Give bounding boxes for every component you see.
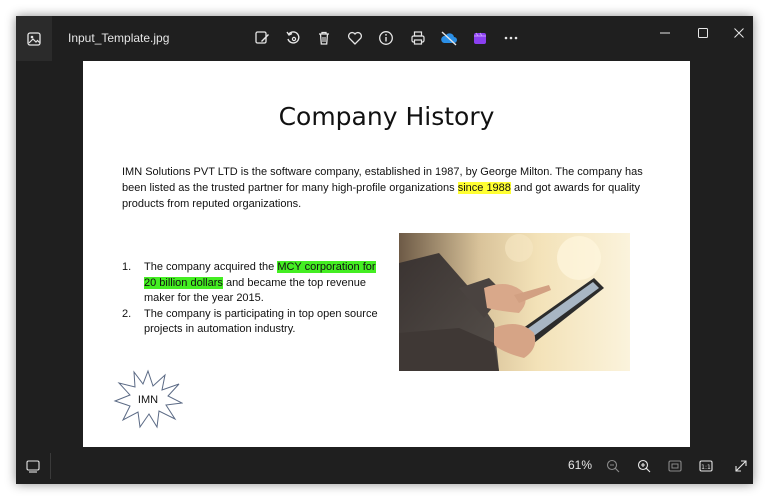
- list-item: 1. The company acquired the MCY corporat…: [122, 260, 387, 307]
- fit-to-window-icon: [668, 460, 682, 472]
- tablet-photo: [399, 233, 630, 371]
- actual-size-button[interactable]: 1:1: [694, 454, 718, 478]
- filmstrip-icon: [26, 460, 40, 473]
- intro-paragraph: IMN Solutions PVT LTD is the software co…: [122, 165, 667, 212]
- tablet-hands-image: [399, 233, 630, 371]
- maximize-button[interactable]: [688, 22, 718, 44]
- zoom-out-icon: [606, 459, 620, 473]
- maximize-icon: [698, 28, 708, 38]
- close-button[interactable]: [724, 22, 753, 44]
- onedrive-button[interactable]: [437, 26, 461, 50]
- fullscreen-button[interactable]: [729, 454, 753, 478]
- zoom-in-icon: [637, 459, 651, 473]
- edit-image-button[interactable]: [250, 26, 274, 50]
- fit-to-window-button[interactable]: [663, 454, 687, 478]
- starburst-label: IMN: [138, 394, 158, 406]
- list-number: 1.: [122, 261, 132, 273]
- more-icon: [504, 36, 518, 40]
- document-title: Company History: [278, 102, 495, 131]
- rotate-button[interactable]: [281, 26, 305, 50]
- list-item: 2. The company is participating in top o…: [122, 307, 387, 338]
- close-icon: [734, 28, 744, 38]
- imn-starburst-shape: IMN: [113, 369, 184, 429]
- zoom-level[interactable]: 61%: [568, 458, 592, 472]
- delete-icon: [319, 31, 329, 45]
- status-bar: 61% 1:1: [16, 447, 753, 484]
- svg-text:1:1: 1:1: [701, 464, 711, 471]
- fullscreen-icon: [735, 460, 747, 472]
- favorite-icon: [348, 31, 362, 45]
- zoom-out-button[interactable]: [601, 454, 625, 478]
- rotate-icon: [286, 31, 300, 44]
- numbered-list: 1. The company acquired the MCY corporat…: [122, 260, 387, 338]
- para-highlight: since 1988: [457, 181, 511, 194]
- onedrive-icon: [441, 31, 457, 46]
- list-number: 2.: [122, 307, 132, 320]
- actual-size-icon: 1:1: [699, 460, 713, 472]
- photos-window: Input_Template.jpg Company History IMN S…: [16, 16, 753, 484]
- edit-image-icon: [255, 31, 269, 44]
- info-icon: [379, 31, 393, 45]
- print-button[interactable]: [406, 26, 430, 50]
- info-button[interactable]: [374, 26, 398, 50]
- minimize-button[interactable]: [650, 22, 680, 44]
- clipchamp-button[interactable]: [468, 26, 492, 50]
- document-image: Company History IMN Solutions PVT LTD is…: [83, 61, 690, 448]
- file-name: Input_Template.jpg: [68, 31, 170, 45]
- status-divider: [50, 453, 51, 479]
- photos-app-button[interactable]: [16, 16, 52, 61]
- clipchamp-icon: [474, 32, 486, 44]
- title-bar: Input_Template.jpg: [16, 16, 753, 61]
- zoom-in-button[interactable]: [632, 454, 656, 478]
- image-viewer[interactable]: Company History IMN Solutions PVT LTD is…: [16, 61, 753, 448]
- delete-button[interactable]: [312, 26, 336, 50]
- list-text: The company acquired the: [144, 261, 278, 273]
- photos-app-icon: [27, 31, 41, 46]
- minimize-icon: [660, 32, 670, 34]
- print-icon: [411, 31, 425, 45]
- filmstrip-button[interactable]: [21, 454, 45, 478]
- more-options-button[interactable]: [499, 26, 523, 50]
- favorite-button[interactable]: [343, 26, 367, 50]
- list-text: The company is participating in top open…: [144, 307, 378, 336]
